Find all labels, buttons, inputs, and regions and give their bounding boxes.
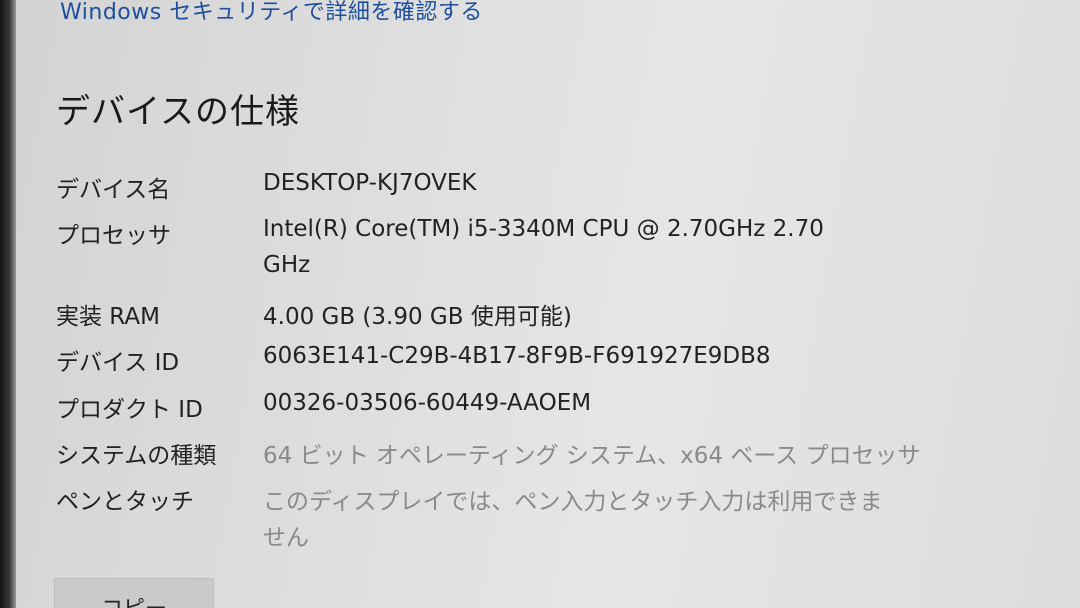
spec-label-product-id: プロダクト ID — [56, 397, 203, 423]
spec-value-ram: 4.00 GB (3.90 GB 使用可能) — [263, 304, 572, 330]
spec-value-pen-touch-cont: せん — [263, 525, 309, 551]
spec-label-ram: 実装 RAM — [56, 304, 160, 330]
spec-value-pen-touch: このディスプレイでは、ペン入力とタッチ入力は利用できま — [263, 489, 883, 515]
spec-label-pen-touch: ペンとタッチ — [56, 489, 194, 515]
spec-value-system-type: 64 ビット オペレーティング システム、x64 ベース プロセッサ — [263, 443, 921, 469]
windows-security-link[interactable]: Windows セキュリティで詳細を確認する — [60, 0, 483, 26]
spec-label-device-id: デバイス ID — [56, 350, 180, 376]
spec-value-processor: Intel(R) Core(TM) i5-3340M CPU @ 2.70GHz… — [263, 216, 824, 242]
spec-value-device-id: 6063E141-C29B-4B17-8F9B-F691927E9DB8 — [263, 343, 771, 369]
settings-about-page: Windows セキュリティで詳細を確認する デバイスの仕様 デバイス名 DES… — [0, 0, 1080, 608]
spec-label-processor: プロセッサ — [56, 223, 171, 249]
spec-value-product-id: 00326-03506-60449-AAOEM — [263, 390, 592, 416]
spec-label-device-name: デバイス名 — [56, 177, 171, 203]
device-specs-title: デバイスの仕様 — [56, 92, 300, 132]
screen-bezel — [0, 0, 16, 608]
spec-value-processor-cont: GHz — [263, 252, 311, 278]
copy-button[interactable]: コピー — [54, 578, 214, 608]
spec-value-device-name: DESKTOP-KJ7OVEK — [263, 170, 477, 196]
spec-label-system-type: システムの種類 — [56, 443, 217, 469]
